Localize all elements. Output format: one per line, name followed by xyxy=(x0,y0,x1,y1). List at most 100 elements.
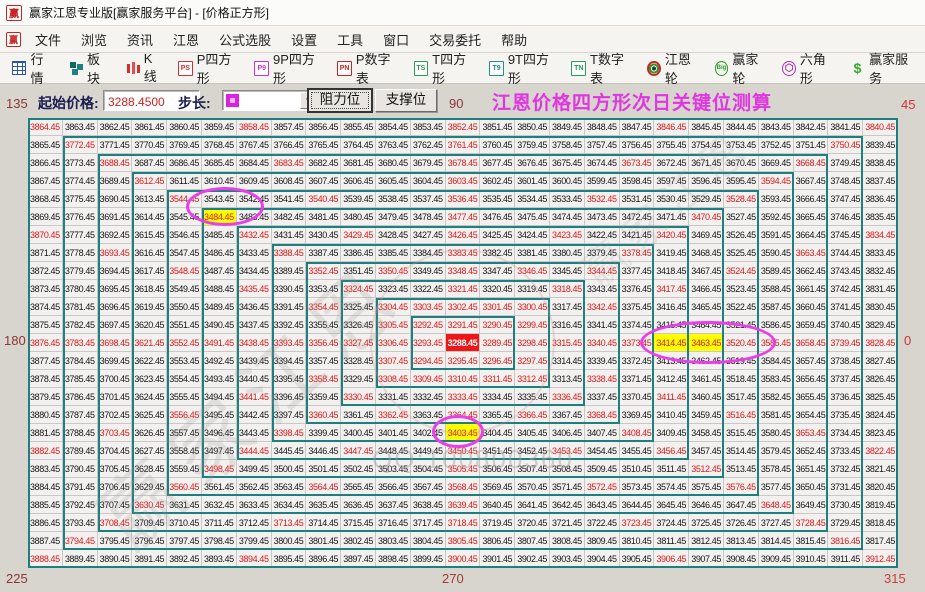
grid-cell: 3421.45 xyxy=(619,226,655,244)
toolbar-button-label: 赢家服务 xyxy=(869,52,909,86)
grid-cell: 3814.45 xyxy=(758,532,794,550)
grid-cell: 3482.45 xyxy=(271,208,307,226)
grid-cell: 3660.45 xyxy=(793,298,829,316)
grid-cell: 3330.45 xyxy=(341,388,376,406)
grid-cell: 3832.45 xyxy=(863,262,898,280)
grid-cell: 3847.45 xyxy=(619,118,655,136)
toolbar-button-K线[interactable]: K线 xyxy=(119,49,169,87)
resistance-button[interactable]: 阻力位 xyxy=(308,89,372,112)
grid-cell: 3829.45 xyxy=(863,316,898,334)
grid-cell: 3566.45 xyxy=(375,478,411,496)
grid-cell: 3800.45 xyxy=(271,532,307,550)
grid-cell: 3840.45 xyxy=(863,118,898,136)
grid-cell: 3545.45 xyxy=(167,208,202,226)
grid-cell: 3354.45 xyxy=(306,298,342,316)
grid-cell: 3507.45 xyxy=(515,460,550,478)
grid-cell: 3578.45 xyxy=(758,460,794,478)
grid-cell: 3684.45 xyxy=(236,154,272,172)
toolbar-button-赢家轮[interactable]: Big 赢家轮 xyxy=(709,47,774,89)
grid-cell: 3526.45 xyxy=(723,226,759,244)
grid-cell: 3699.45 xyxy=(97,352,133,370)
grid-cell: 3571.45 xyxy=(549,478,585,496)
grid-cell: 3673.45 xyxy=(619,154,655,172)
grid-cell: 3455.45 xyxy=(619,442,655,460)
grid-cell: 3677.45 xyxy=(480,154,516,172)
toolbar-button-T四方形[interactable]: TS T四方形 xyxy=(408,47,481,89)
grid-cell: 3441.45 xyxy=(236,388,272,406)
grid-cell: 3368.45 xyxy=(584,406,620,424)
grid-cell: 3589.45 xyxy=(758,262,794,280)
grid-cell: 3552.45 xyxy=(167,334,202,352)
grid-cell: 3686.45 xyxy=(167,154,202,172)
grid-cell: 3456.45 xyxy=(654,442,690,460)
grid-cell: 3755.45 xyxy=(654,136,690,154)
toolbar-button-六角形[interactable]: ⬡ 六角形 xyxy=(776,47,841,89)
grid-cell: 3469.45 xyxy=(689,226,724,244)
toolbar-button-赢家服务[interactable]: $ 赢家服务 xyxy=(844,47,922,89)
grid-cell: 3347.45 xyxy=(480,262,516,280)
dollar-icon: $ xyxy=(853,60,862,76)
grid-cell: 3661.45 xyxy=(793,280,829,298)
toolbar-button-9P四方形[interactable]: P9 9P四方形 xyxy=(248,47,328,89)
grid-cell: 3427.45 xyxy=(410,226,446,244)
grid-cell: 3292.45 xyxy=(410,316,446,334)
grid-cell: 3806.45 xyxy=(480,532,516,550)
grid-cell: 3395.45 xyxy=(271,370,307,388)
support-button[interactable]: 支撑位 xyxy=(375,89,437,112)
grid-cell: 3790.45 xyxy=(62,460,98,478)
toolbar-button-行情[interactable]: 行情 xyxy=(6,47,60,89)
toolbar-button-9T四方形[interactable]: T9 9T四方形 xyxy=(483,47,562,89)
grid-cell: 3310.45 xyxy=(445,370,481,388)
grid-cell: 3413.45 xyxy=(654,352,690,370)
toolbar-button-板块[interactable]: 板块 xyxy=(63,47,117,89)
toolbar-button-T数字表[interactable]: TN T数字表 xyxy=(565,47,638,89)
grid-cell: 3879.45 xyxy=(28,388,63,406)
grid-cell: 3466.45 xyxy=(689,280,724,298)
grid-cell: 3377.45 xyxy=(619,262,655,280)
table-icon xyxy=(12,61,27,75)
grid-cell: 3891.45 xyxy=(132,550,168,568)
toolbar-button-江恩轮[interactable]: 江恩轮 xyxy=(641,47,706,89)
grid-cell: 3510.45 xyxy=(619,460,655,478)
grid-cell: 3551.45 xyxy=(167,316,202,334)
grid-cell: 3387.45 xyxy=(306,244,342,262)
grid-cell: 3462.45 xyxy=(689,352,724,370)
grid-cell: 3581.45 xyxy=(758,406,794,424)
grid-cell: 3771.45 xyxy=(97,136,133,154)
grid-cell: 3638.45 xyxy=(410,496,446,514)
grid-cell: 3361.45 xyxy=(341,406,376,424)
grid-cell: 3775.45 xyxy=(62,190,98,208)
toolbar-button-P四方形[interactable]: PS P四方形 xyxy=(172,47,245,89)
grid-cell: 3760.45 xyxy=(480,136,516,154)
grid-cell: 3341.45 xyxy=(584,316,620,334)
grid-cell: 3872.45 xyxy=(28,262,63,280)
step-combobox[interactable]: ▼ xyxy=(222,90,319,111)
grid-cell: 3710.45 xyxy=(167,514,202,532)
grid-cell: 3467.45 xyxy=(689,262,724,280)
grid-cell: 3320.45 xyxy=(480,280,516,298)
grid-cell: 3604.45 xyxy=(410,172,446,190)
grid-cell: 3381.45 xyxy=(515,244,550,262)
grid-cell: 3762.45 xyxy=(410,136,446,154)
grid-cell: 3750.45 xyxy=(828,136,864,154)
grid-cell: 3311.45 xyxy=(480,370,516,388)
grid-cell: 3424.45 xyxy=(515,226,550,244)
grid-cell: 3599.45 xyxy=(584,172,620,190)
grid-cell: 3667.45 xyxy=(793,172,829,190)
grid-cell: 3418.45 xyxy=(654,262,690,280)
grid-cell: 3880.45 xyxy=(28,406,63,424)
grid-cell: 3778.45 xyxy=(62,244,98,262)
grid-cell: 3857.45 xyxy=(271,118,307,136)
grid-cell: 3813.45 xyxy=(723,532,759,550)
grid-cell: 3716.45 xyxy=(375,514,411,532)
grid-cell: 3781.45 xyxy=(62,298,98,316)
grid-cell: 3671.45 xyxy=(689,154,724,172)
grid-cell: 3869.45 xyxy=(28,208,63,226)
toolbar-button-label: T数字表 xyxy=(590,52,624,86)
grid-cell: 3301.45 xyxy=(480,298,516,316)
grid-cell: 3846.45 xyxy=(654,118,690,136)
grid-cell: 3882.45 xyxy=(28,442,63,460)
toolbar-button-P数字表[interactable]: PN P数字表 xyxy=(331,47,404,89)
toolbar-button-label: P四方形 xyxy=(196,52,232,86)
grid-cell: 3669.45 xyxy=(758,154,794,172)
